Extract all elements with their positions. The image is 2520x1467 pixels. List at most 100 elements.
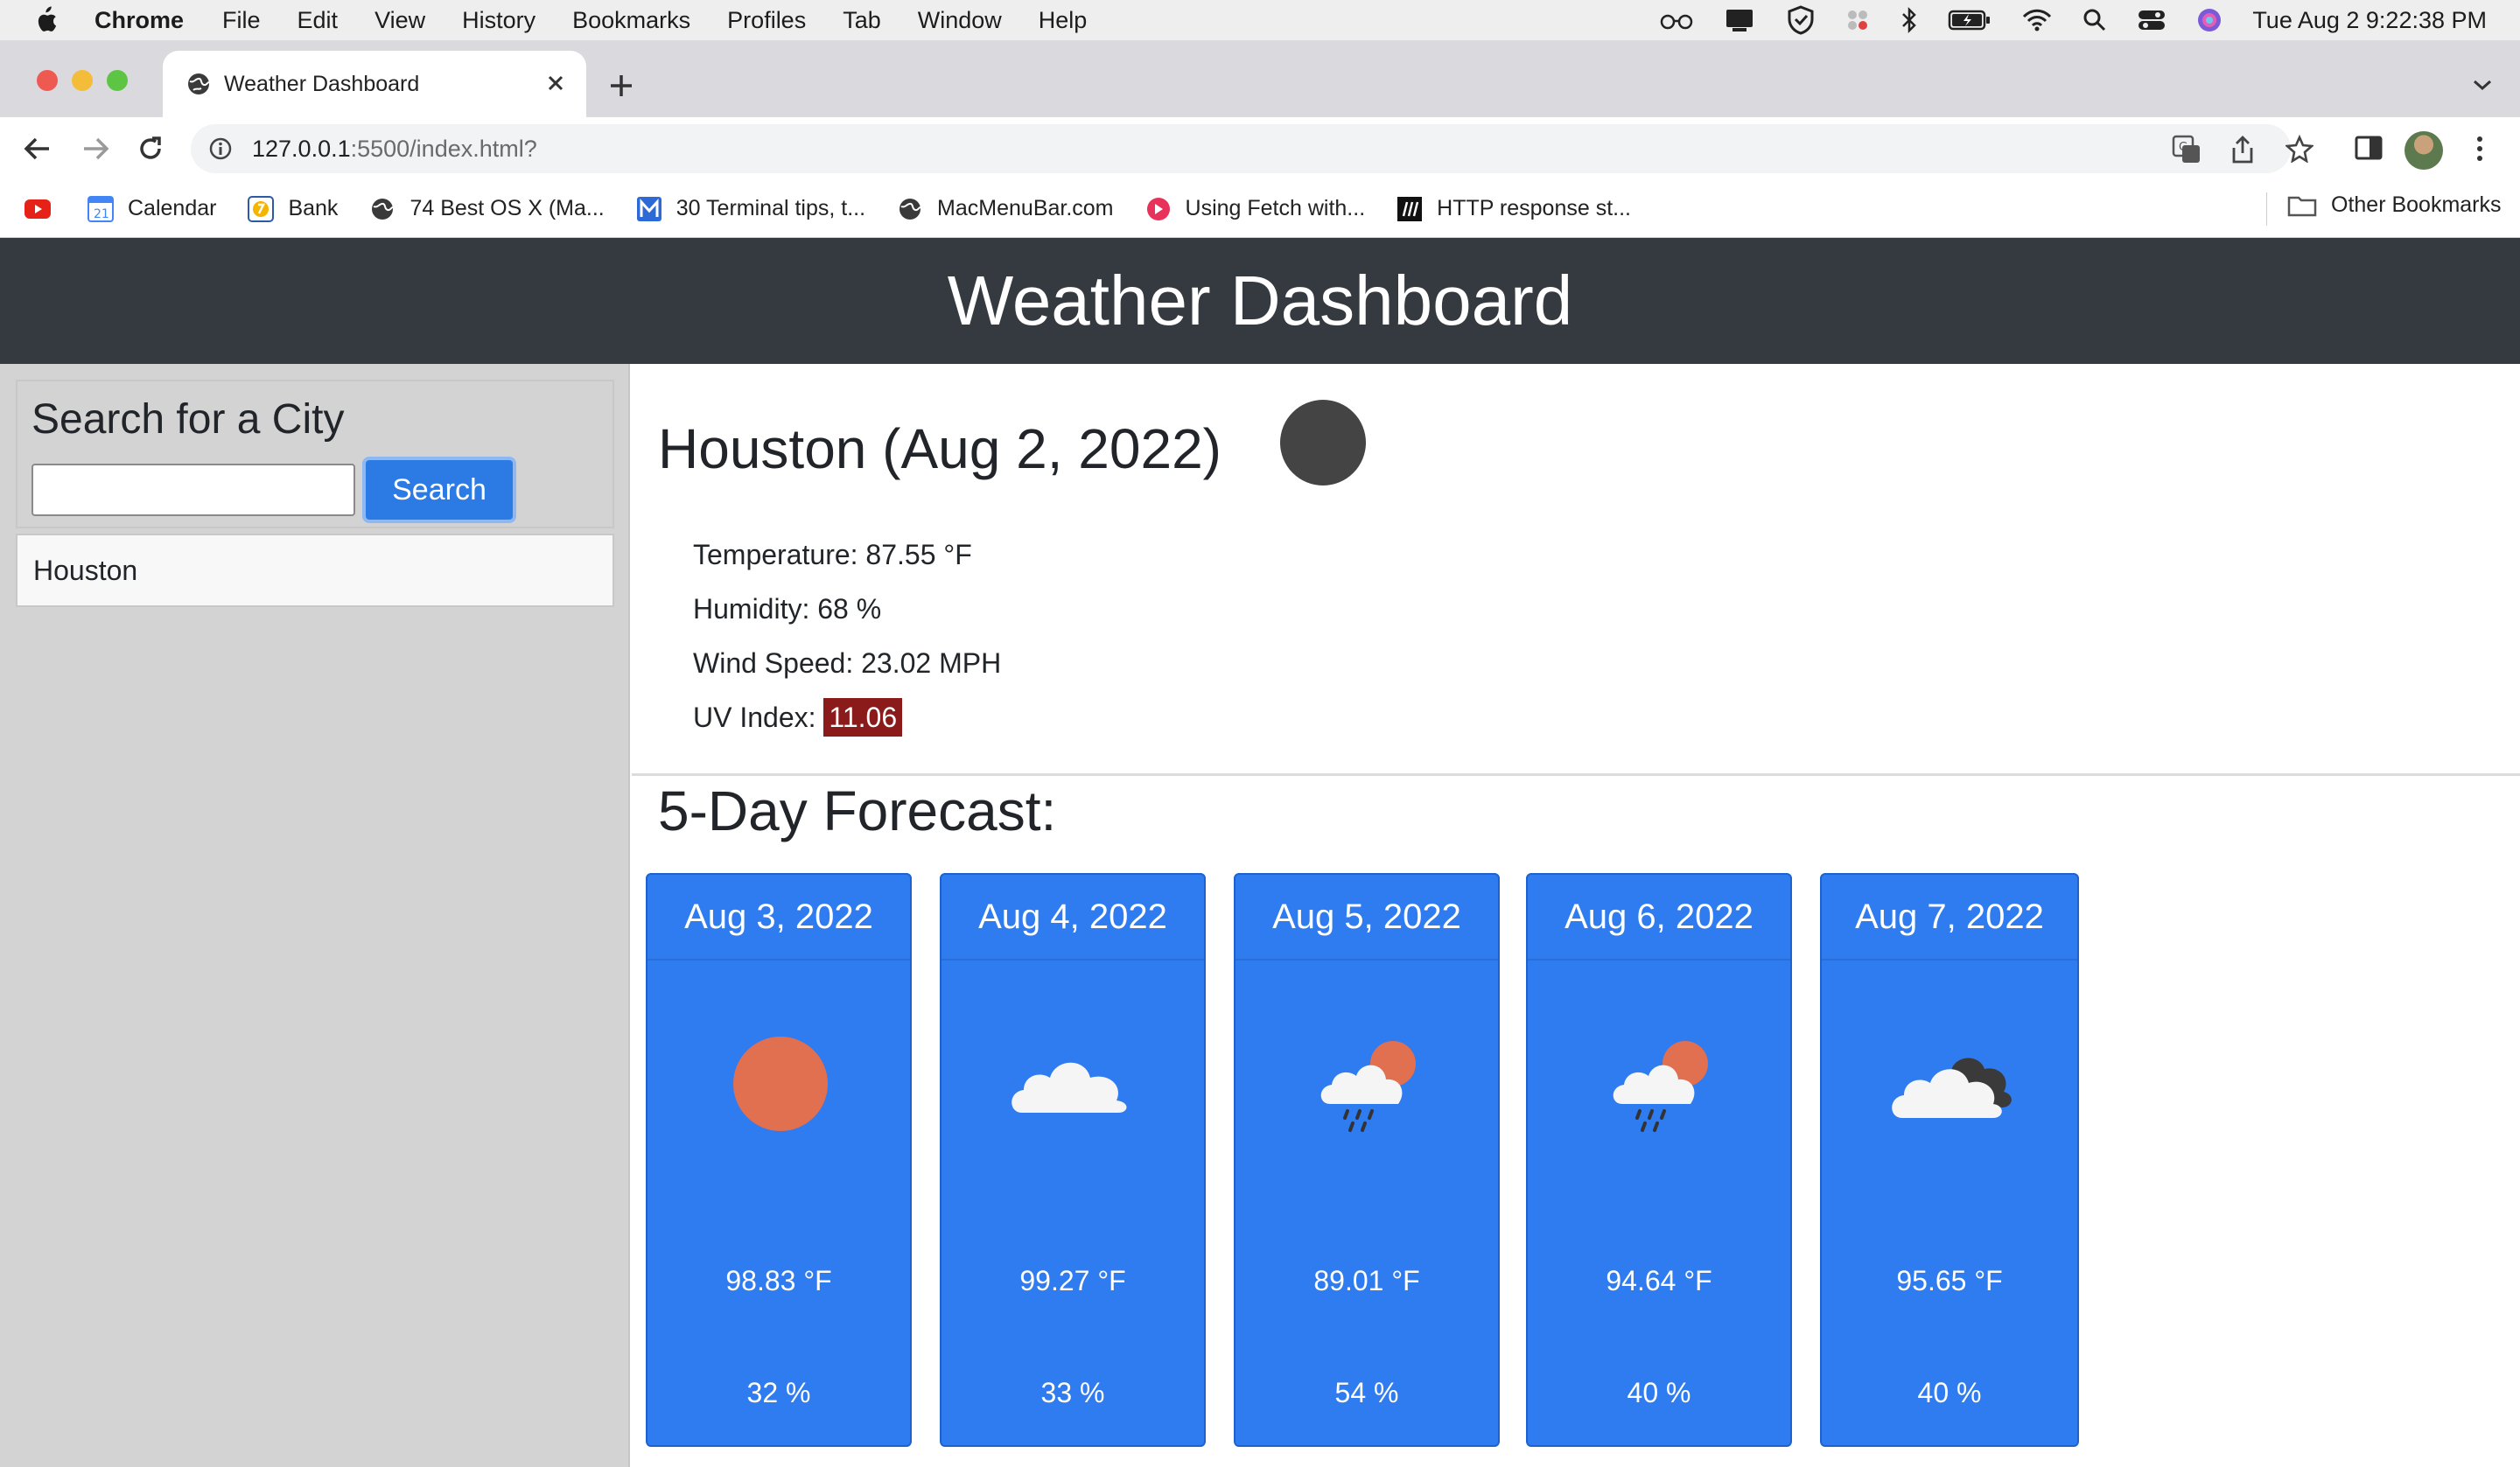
wifi-icon[interactable] — [2021, 8, 2053, 32]
cloud-icon — [1012, 1062, 1127, 1113]
other-bookmarks-label: Other Bookmarks — [2331, 192, 2502, 217]
profile-avatar[interactable] — [2404, 131, 2443, 170]
siri-icon[interactable] — [2196, 7, 2222, 33]
forecast-temp: 99.27 °F — [1019, 1265, 1126, 1296]
forecast-card: Aug 7, 2022 95.65 °F 40 % — [1820, 873, 2079, 1447]
tab-weather-dashboard[interactable]: Weather Dashboard — [163, 51, 586, 117]
bookmark-label: Bank — [288, 196, 339, 220]
bookmark-label: Using Fetch with... — [1185, 196, 1366, 220]
battery-icon[interactable] — [1948, 9, 1992, 31]
bookmark-http-response[interactable]: HTTP response st... — [1396, 196, 1631, 222]
uv-index-badge: 11.06 — [823, 698, 903, 737]
forecast-temp: 98.83 °F — [725, 1265, 832, 1296]
search-button[interactable]: Search — [362, 457, 516, 523]
bookmark-label: MacMenuBar.com — [937, 196, 1114, 220]
shield-icon[interactable] — [1787, 5, 1815, 35]
forecast-date: Aug 7, 2022 — [1822, 875, 2077, 961]
url-text: 127.0.0.1:5500/index.html? — [252, 136, 537, 163]
rain-sun-icon — [1613, 1041, 1708, 1132]
bookmark-bank[interactable]: Bank — [248, 195, 339, 222]
bookmarks-divider — [2266, 192, 2267, 226]
search-panel: Search for a City Search — [16, 380, 614, 528]
bookmark-star-icon[interactable] — [2286, 135, 2314, 163]
other-bookmarks[interactable]: Other Bookmarks — [2287, 192, 2502, 218]
tab-search-chevron-icon[interactable] — [2471, 77, 2494, 93]
forecast-humidity: 40 % — [1627, 1377, 1691, 1408]
dark-clouds-icon — [1892, 1058, 2012, 1118]
forecast-humidity: 54 % — [1334, 1377, 1399, 1408]
site-info-icon[interactable] — [208, 136, 233, 161]
share-icon[interactable] — [2230, 135, 2256, 164]
display-icon[interactable] — [1724, 7, 1757, 33]
bookmark-label: HTTP response st... — [1437, 196, 1631, 220]
history-item-houston[interactable]: Houston — [16, 534, 614, 607]
address-bar[interactable]: 127.0.0.1:5500/index.html? — [191, 124, 2291, 173]
dots-app-icon[interactable] — [1844, 7, 1871, 33]
forecast-card: Aug 3, 2022 98.83 °F 32 % — [646, 873, 912, 1447]
bookmark-74-best-osx[interactable]: 74 Best OS X (Ma... — [369, 196, 605, 222]
bookmark-using-fetch[interactable]: Using Fetch with... — [1145, 196, 1366, 222]
spotlight-search-icon[interactable] — [2082, 8, 2107, 32]
section-divider — [632, 773, 2520, 776]
m-logo-icon — [636, 196, 662, 222]
forecast-card: Aug 6, 2022 94.64 °F 40 % — [1526, 873, 1792, 1447]
menu-app-name[interactable]: Chrome — [94, 7, 184, 34]
temperature-text: Temperature: 87.55 °F — [693, 539, 972, 570]
tab-title: Weather Dashboard — [224, 71, 420, 96]
svg-text:21: 21 — [94, 207, 109, 221]
mdn-icon — [1396, 196, 1423, 222]
menu-history[interactable]: History — [462, 7, 536, 34]
bookmark-terminal-tips[interactable]: 30 Terminal tips, t... — [636, 196, 865, 222]
bookmark-label: 30 Terminal tips, t... — [676, 196, 866, 220]
reload-icon[interactable] — [136, 135, 164, 163]
city-date-title: Houston (Aug 2, 2022) — [658, 417, 1222, 480]
forward-arrow-icon[interactable] — [80, 135, 110, 163]
humidity-text: Humidity: 68 % — [693, 593, 882, 625]
menu-help[interactable]: Help — [1039, 7, 1088, 34]
menu-window[interactable]: Window — [918, 7, 1002, 34]
menu-tab[interactable]: Tab — [843, 7, 881, 34]
close-window-button[interactable] — [37, 70, 58, 91]
sun-icon — [733, 1037, 828, 1131]
page-header: Weather Dashboard — [0, 238, 2520, 364]
globe-icon — [897, 196, 923, 222]
bookmark-youtube[interactable] — [24, 196, 65, 222]
city-search-input[interactable] — [32, 464, 355, 516]
rain-sun-icon — [1320, 1041, 1416, 1132]
zoom-window-button[interactable] — [107, 70, 128, 91]
menubar-clock[interactable]: Tue Aug 2 9:22:38 PM — [2252, 7, 2487, 34]
glasses-icon[interactable] — [1659, 10, 1694, 31]
close-tab-icon[interactable] — [544, 72, 567, 94]
bank-icon — [248, 195, 275, 222]
bookmark-macmenubar[interactable]: MacMenuBar.com — [897, 196, 1114, 222]
menu-bookmarks[interactable]: Bookmarks — [572, 7, 690, 34]
menu-view[interactable]: View — [374, 7, 425, 34]
calendar-icon: 21 — [88, 195, 114, 222]
bookmark-label: 74 Best OS X (Ma... — [410, 196, 605, 220]
bluetooth-icon[interactable] — [1900, 6, 1918, 34]
minimize-window-button[interactable] — [72, 70, 93, 91]
apple-icon[interactable] — [33, 6, 58, 34]
forecast-date: Aug 3, 2022 — [648, 875, 910, 961]
forecast-humidity: 32 % — [746, 1377, 811, 1408]
back-arrow-icon[interactable] — [23, 135, 52, 163]
page-title: Weather Dashboard — [947, 262, 1573, 339]
menu-edit[interactable]: Edit — [298, 7, 339, 34]
youtube-icon — [24, 196, 51, 222]
chrome-menu-icon[interactable] — [2473, 133, 2487, 164]
uv-index-row: UV Index: 11.06 — [693, 698, 903, 737]
bookmark-calendar[interactable]: 21 Calendar — [88, 195, 216, 222]
menu-profiles[interactable]: Profiles — [727, 7, 806, 34]
forecast-card: Aug 5, 2022 89.01 °F 54 % — [1234, 873, 1500, 1447]
url-host: 127.0.0.1 — [252, 135, 351, 162]
control-center-icon[interactable] — [2137, 8, 2166, 32]
new-tab-icon[interactable] — [606, 70, 637, 101]
forecast-heading: 5-Day Forecast: — [658, 779, 1057, 842]
status-area: Tue Aug 2 9:22:38 PM — [1629, 0, 2487, 40]
search-heading: Search for a City — [32, 396, 345, 443]
side-panel-icon[interactable] — [2354, 133, 2384, 163]
translate-icon[interactable]: G — [2172, 135, 2202, 164]
menu-file[interactable]: File — [222, 7, 261, 34]
forecast-date: Aug 5, 2022 — [1236, 875, 1498, 961]
wind-speed-text: Wind Speed: 23.02 MPH — [693, 647, 1002, 679]
